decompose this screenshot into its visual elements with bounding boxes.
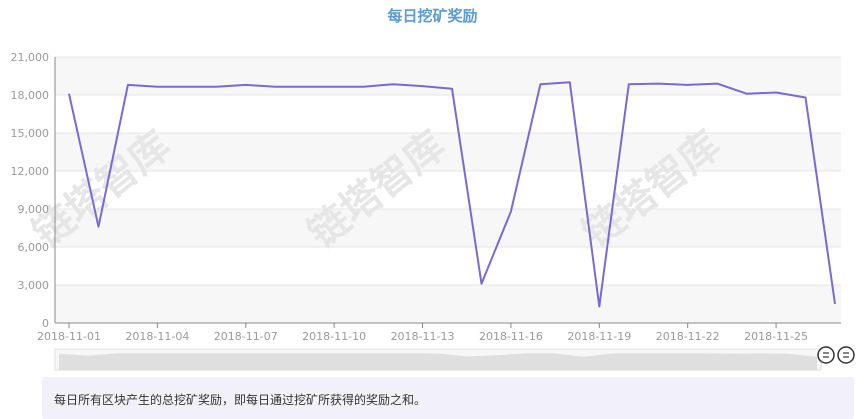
y-tick-label: 3,000 — [18, 279, 50, 292]
series-line — [68, 81, 836, 308]
zoom-slider — [54, 346, 855, 371]
x-tick-label: 2018-11-25 — [744, 330, 808, 343]
slider-handle[interactable] — [817, 346, 835, 364]
x-tick-label: 2018-11-22 — [656, 330, 720, 343]
line-chart: 链塔智库 链塔智库 链塔智库 03,0006,0009,00012,00015,00… — [11, 51, 855, 371]
x-tick-label: 2018-11-13 — [391, 330, 455, 343]
x-tick-label: 2018-11-10 — [302, 330, 366, 343]
x-tick-label: 2018-11-07 — [214, 330, 278, 343]
slider-preview — [59, 353, 817, 370]
y-tick-label: 0 — [42, 317, 49, 330]
x-tick-label: 2018-11-01 — [37, 330, 101, 343]
description-box: 每日所有区块产生的总挖矿奖励，即每日通过挖矿所获得的奖励之和。 — [42, 377, 854, 419]
x-tick-label: 2018-11-16 — [479, 330, 543, 343]
description-text: 每日所有区块产生的总挖矿奖励，即每日通过挖矿所获得的奖励之和。 — [54, 393, 427, 407]
gridlines — [55, 56, 841, 324]
y-tick-label: 21,000 — [11, 51, 50, 64]
x-tick-labels: 2018-11-01 2018-11-04 2018-11-07 2018-11-10… — [37, 330, 808, 343]
y-tick-label: 9,000 — [18, 203, 50, 216]
plot-bands — [55, 57, 841, 323]
y-tick-label: 6,000 — [18, 241, 50, 254]
y-tick-labels: 0 3,000 6,000 9,000 12,000 15,000 18,000 21,000 — [11, 51, 50, 330]
plot-band — [55, 209, 841, 247]
slider-handle[interactable] — [837, 346, 855, 364]
series — [68, 81, 836, 308]
y-tick-label: 15,000 — [11, 127, 50, 140]
x-tick-label: 2018-11-04 — [125, 330, 189, 343]
y-tick-label: 12,000 — [11, 165, 50, 178]
x-tick-label: 2018-11-19 — [567, 330, 631, 343]
plot-band — [55, 285, 841, 323]
y-tick-label: 18,000 — [11, 89, 50, 102]
